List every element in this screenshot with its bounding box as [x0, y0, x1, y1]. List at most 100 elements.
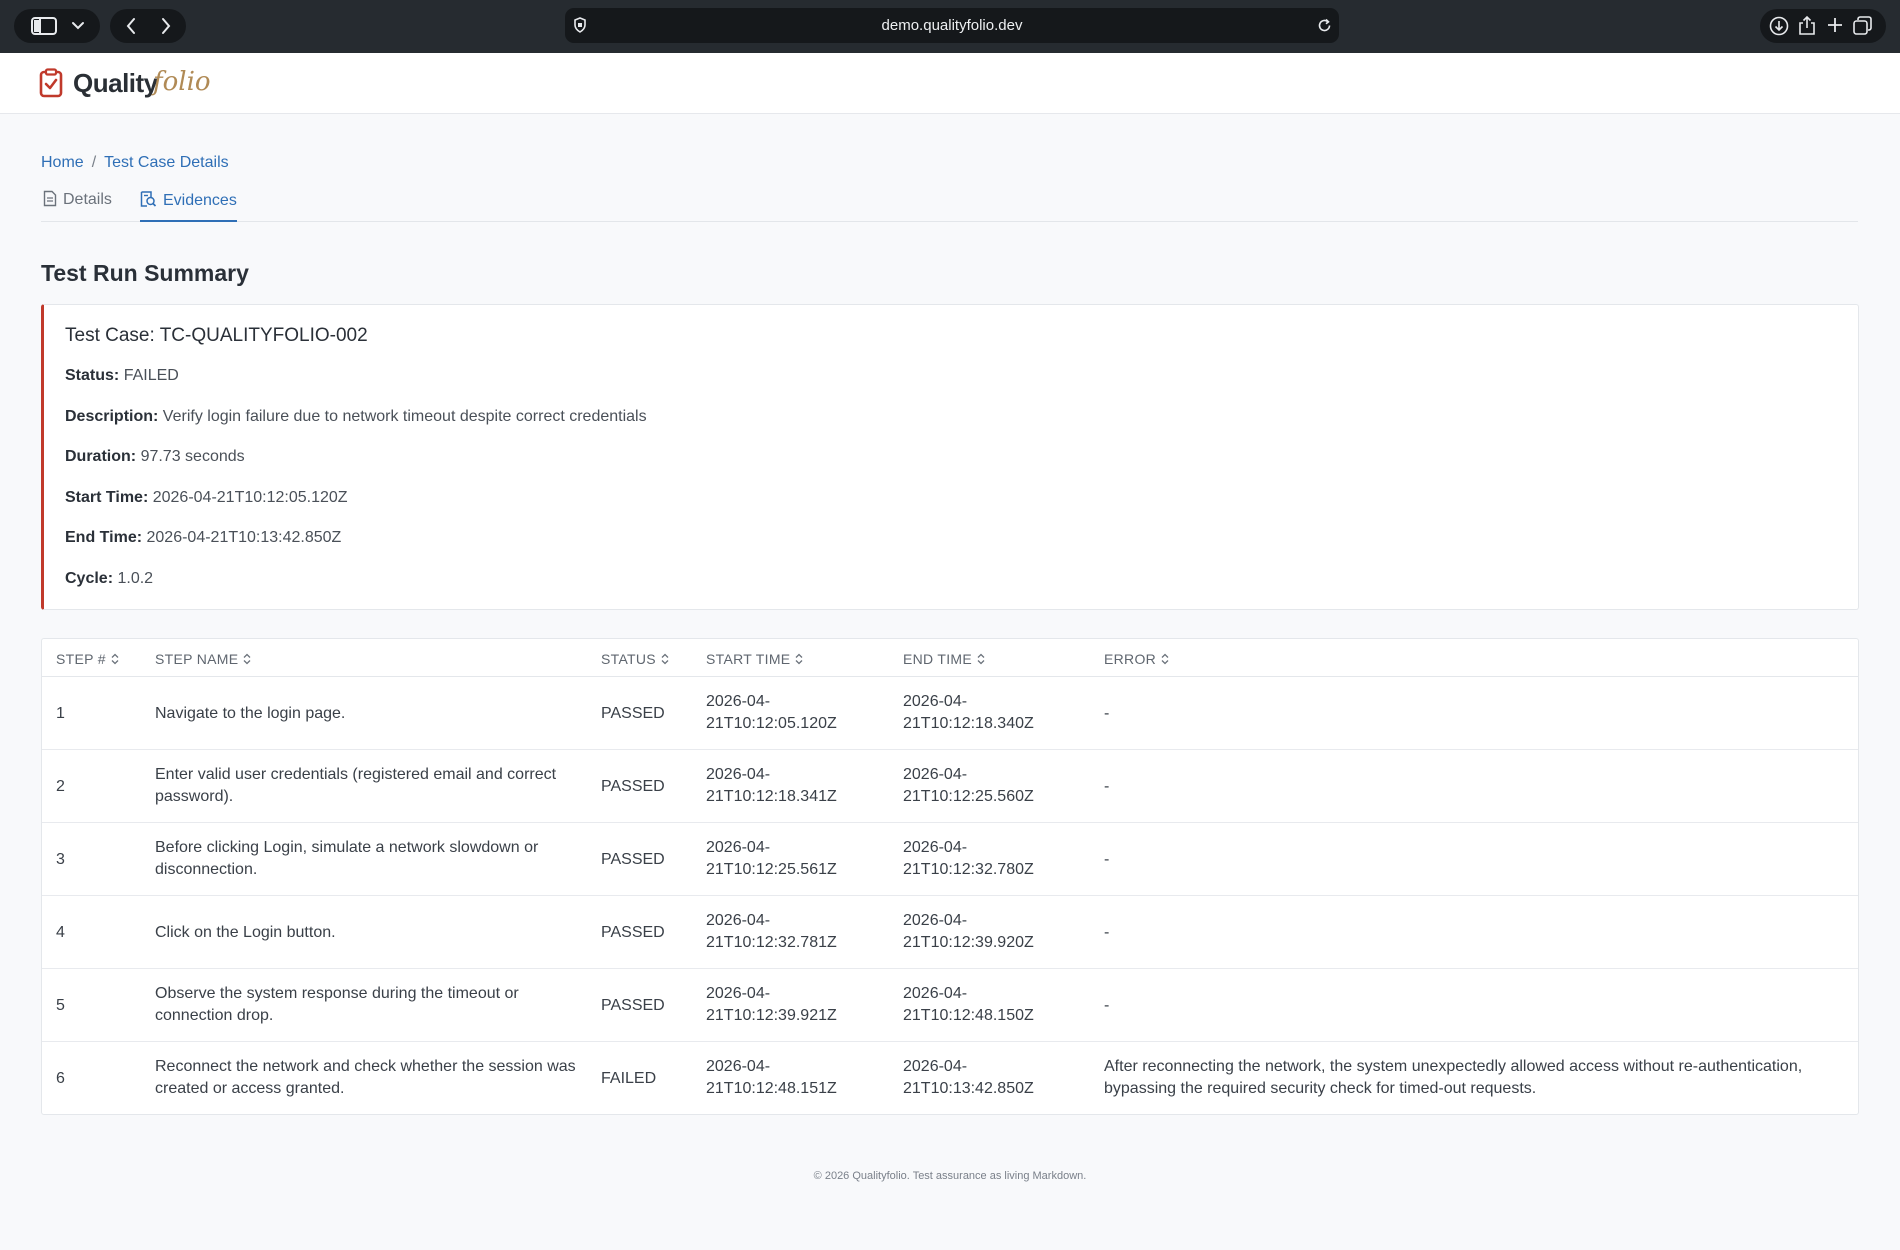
column-header-label: STEP #	[56, 651, 106, 667]
sidebar-icon	[31, 17, 57, 35]
steps-table: STEP # STEP NAME STATUS START TIME END T…	[41, 638, 1859, 1115]
step-error-cell: -	[1104, 997, 1110, 1014]
table-row: 4 Click on the Login button. PASSED 2026…	[42, 896, 1858, 969]
field-value: FAILED	[123, 367, 179, 384]
share-icon[interactable]	[1798, 15, 1816, 36]
column-header-label: END TIME	[903, 651, 973, 667]
step-start-cell: 2026-04-21T10:12:48.151Z	[706, 1058, 837, 1097]
table-row: 2 Enter valid user credentials (register…	[42, 750, 1858, 823]
step-number-cell: 5	[56, 997, 65, 1014]
duration-field: Duration: 97.73 seconds	[65, 448, 245, 466]
sort-icon[interactable]	[243, 652, 251, 668]
step-start-cell: 2026-04-21T10:12:32.781Z	[706, 912, 837, 951]
tab-evidences-label: Evidences	[163, 192, 237, 209]
step-status-cell: PASSED	[601, 705, 665, 722]
page-footer: © 2026 Qualityfolio. Test assurance as l…	[813, 1170, 1087, 1182]
column-header-label: STEP NAME	[155, 651, 239, 667]
sidebar-toggle-button[interactable]	[14, 9, 100, 43]
step-start-cell: 2026-04-21T10:12:05.120Z	[706, 693, 837, 732]
field-label: Description:	[65, 408, 159, 425]
step-start-cell: 2026-04-21T10:12:18.341Z	[706, 766, 837, 805]
sort-icon[interactable]	[111, 652, 119, 668]
tab-evidences[interactable]: Evidences	[140, 190, 237, 222]
column-header-status[interactable]: STATUS	[601, 651, 669, 668]
step-end-cell: 2026-04-21T10:12:48.150Z	[903, 985, 1034, 1024]
table-header: STEP # STEP NAME STATUS START TIME END T…	[42, 639, 1858, 677]
description-field: Description: Verify login failure due to…	[65, 408, 647, 426]
browser-toolbar: demo.qualityfolio.dev	[0, 0, 1900, 53]
url-text: demo.qualityfolio.dev	[881, 17, 1023, 34]
download-icon[interactable]	[1769, 16, 1789, 36]
document-icon	[43, 190, 57, 212]
cycle-field: Cycle: 1.0.2	[65, 570, 153, 588]
sort-icon[interactable]	[795, 652, 803, 668]
field-value: Verify login failure due to network time…	[162, 408, 647, 425]
step-name-cell: Navigate to the login page.	[155, 705, 346, 722]
summary-card: Test Case: TC-QUALITYFOLIO-002 Status: F…	[41, 304, 1859, 610]
step-end-cell: 2026-04-21T10:12:39.920Z	[903, 912, 1034, 951]
breadcrumb-separator: /	[91, 154, 97, 171]
step-number-cell: 3	[56, 851, 65, 868]
step-name-cell: Enter valid user credentials (registered…	[155, 766, 557, 805]
step-name-cell: Before clicking Login, simulate a networ…	[155, 839, 539, 878]
breadcrumb: Home / Test Case Details	[41, 154, 229, 172]
forward-icon[interactable]	[160, 17, 172, 35]
step-end-cell: 2026-04-21T10:12:32.780Z	[903, 839, 1034, 878]
column-header-label: STATUS	[601, 651, 656, 667]
column-header-end-time[interactable]: END TIME	[903, 651, 985, 668]
column-header-label: START TIME	[706, 651, 791, 667]
sort-icon[interactable]	[977, 652, 985, 668]
step-name-cell: Reconnect the network and check whether …	[155, 1058, 576, 1097]
tab-bar: Details Evidences	[41, 186, 1858, 222]
step-number-cell: 1	[56, 705, 65, 722]
step-start-cell: 2026-04-21T10:12:25.561Z	[706, 839, 837, 878]
step-end-cell: 2026-04-21T10:12:18.340Z	[903, 693, 1034, 732]
table-row: 5 Observe the system response during the…	[42, 969, 1858, 1042]
field-label: Duration:	[65, 448, 137, 465]
test-case-title: Test Case: TC-QUALITYFOLIO-002	[65, 325, 368, 346]
tab-details[interactable]: Details	[43, 190, 112, 222]
new-tab-icon[interactable]	[1827, 17, 1843, 33]
status-field: Status: FAILED	[65, 367, 179, 385]
reload-icon[interactable]	[1317, 18, 1332, 33]
column-header-label: ERROR	[1104, 651, 1157, 667]
browser-actions	[1760, 9, 1886, 43]
column-header-error[interactable]: ERROR	[1104, 651, 1169, 668]
step-error-cell: After reconnecting the network, the syst…	[1104, 1058, 1803, 1097]
logo-accent-text[interactable]: folio	[153, 67, 211, 97]
step-error-cell: -	[1104, 778, 1110, 795]
field-label: End Time:	[65, 529, 143, 546]
step-error-cell: -	[1104, 924, 1110, 941]
logo-text[interactable]: Quality	[73, 68, 158, 99]
table-row: 1 Navigate to the login page. PASSED 202…	[42, 677, 1858, 750]
field-label: Start Time:	[65, 489, 149, 506]
step-error-cell: -	[1104, 705, 1110, 722]
field-value: 2026-04-21T10:13:42.850Z	[146, 529, 342, 546]
step-end-cell: 2026-04-21T10:12:25.560Z	[903, 766, 1034, 805]
address-bar[interactable]: demo.qualityfolio.dev	[565, 8, 1339, 43]
tabs-icon[interactable]	[1853, 16, 1872, 35]
column-header-step-name[interactable]: STEP NAME	[155, 651, 251, 668]
step-name-cell: Observe the system response during the t…	[155, 985, 519, 1024]
app-header: Quality folio	[0, 53, 1900, 114]
breadcrumb-home[interactable]: Home	[41, 154, 84, 172]
clipboard-check-icon[interactable]	[39, 68, 63, 103]
column-header-start-time[interactable]: START TIME	[706, 651, 803, 668]
step-status-cell: PASSED	[601, 997, 665, 1014]
field-label: Status:	[65, 367, 120, 384]
sort-icon[interactable]	[661, 652, 669, 668]
step-name-cell: Click on the Login button.	[155, 924, 336, 941]
step-number-cell: 2	[56, 778, 65, 795]
end-time-field: End Time: 2026-04-21T10:13:42.850Z	[65, 529, 341, 547]
sort-icon[interactable]	[1161, 652, 1169, 668]
evidence-search-icon	[140, 190, 157, 213]
field-label: Cycle:	[65, 570, 114, 587]
tab-details-label: Details	[63, 191, 112, 208]
back-icon[interactable]	[125, 17, 137, 35]
field-value: 1.0.2	[117, 570, 154, 587]
breadcrumb-current[interactable]: Test Case Details	[104, 154, 229, 172]
step-error-cell: -	[1104, 851, 1110, 868]
column-header-step[interactable]: STEP #	[56, 651, 119, 668]
step-end-cell: 2026-04-21T10:13:42.850Z	[903, 1058, 1034, 1097]
chevron-down-icon[interactable]	[71, 21, 85, 31]
